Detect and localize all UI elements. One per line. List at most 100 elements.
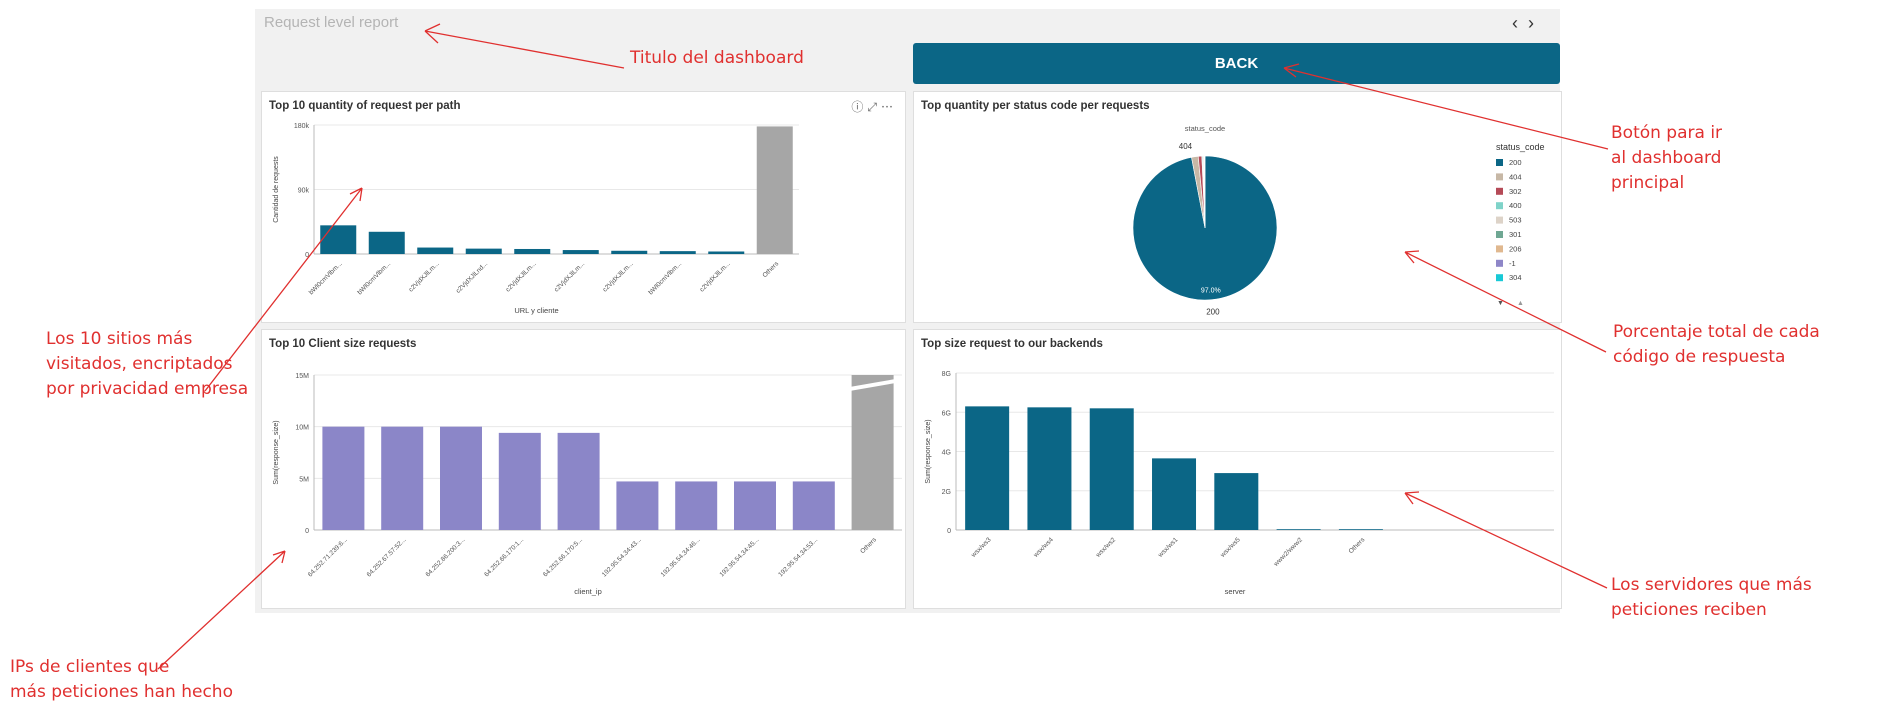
x-tick-label: wsx/ws1 <box>1156 536 1179 559</box>
legend-swatch <box>1496 245 1503 253</box>
bar <box>965 406 1010 530</box>
x-tick-label: 64.252.71.239:6... <box>307 536 349 578</box>
y-axis-title: Sum(response_size) <box>925 419 932 483</box>
annotation-top-servers: Los servidores que más peticiones recibe… <box>1611 573 1812 623</box>
bar <box>1276 529 1321 530</box>
legend-swatch <box>1496 259 1503 267</box>
annotation-line: por privacidad empresa <box>46 379 249 399</box>
next-sheet-icon[interactable]: › <box>1528 13 1544 33</box>
y-tick-label: 180k <box>294 123 310 130</box>
legend-label: 301 <box>1509 230 1522 239</box>
bar <box>708 251 745 254</box>
x-tick-label: 64.252.66.170:1... <box>483 536 525 578</box>
annotation-line: Botón para ir <box>1611 123 1723 143</box>
pie-slice-percent-label: 97.0% <box>1201 288 1221 295</box>
y-tick-label: 0 <box>305 252 309 259</box>
annotation-line: Los 10 sitios más <box>46 329 193 349</box>
bar <box>498 432 541 530</box>
y-tick-label: 8G <box>942 371 951 378</box>
panel-backend-size[interactable]: Top size request to our backends 0 2G 4G 6G… <box>913 329 1562 609</box>
pie-subtitle: status_code <box>1185 124 1225 133</box>
bar <box>792 481 835 530</box>
previous-sheet-icon[interactable]: ‹ <box>1512 13 1528 33</box>
y-tick-label: 10M <box>295 425 309 432</box>
bar <box>465 248 502 254</box>
bar <box>368 231 405 254</box>
bar <box>320 225 357 254</box>
bar <box>1214 473 1259 530</box>
sheet-navigation: ‹› <box>1512 13 1544 34</box>
y-tick-label: 0 <box>305 528 309 535</box>
y-axis-title: Sum(response_size) <box>273 420 280 484</box>
x-tick-label: wsx/ws4 <box>1032 536 1055 559</box>
pie-slice-label: 404 <box>1179 142 1193 151</box>
panel-client-size[interactable]: Top 10 Client size requests 0 5M 10M 15M 64.… <box>261 329 906 609</box>
x-tick-label: Others <box>859 536 878 555</box>
x-tick-label: c2VjdXJlLm... <box>505 260 538 293</box>
bar <box>1338 529 1383 530</box>
legend-label: 400 <box>1509 201 1522 210</box>
x-tick-label: 192.95.54.34:53... <box>777 536 819 578</box>
x-tick-label: 64.252.86.200:3... <box>424 536 466 578</box>
annotation-line: principal <box>1611 173 1685 193</box>
x-tick-label: bWl0cmVlbm... <box>308 260 344 296</box>
dashboard-title: Request level report <box>264 14 399 31</box>
legend-title: status_code <box>1496 142 1545 152</box>
panel-requests-per-path[interactable]: Top 10 quantity of request per path ⓘ⤢⋯ … <box>261 91 906 323</box>
x-tick-label: c2VjdXJlLm... <box>553 260 586 293</box>
bar <box>1152 458 1197 530</box>
annotation-line: más peticiones han hecho <box>10 682 233 702</box>
legend-swatch <box>1496 231 1503 238</box>
legend-label: 206 <box>1509 244 1522 253</box>
legend-scroll-down-icon: ▼ <box>1497 300 1504 307</box>
x-axis-title: server <box>1225 587 1246 596</box>
chart-status-codes: status_code 97.0% 200 404 status_code 200 404 3… <box>1132 124 1545 317</box>
x-tick-label: 192.95.54.34:46... <box>660 536 702 578</box>
x-tick-label: c2VjdXJlLm... <box>408 260 441 293</box>
bar <box>1089 408 1134 530</box>
bar <box>417 247 454 254</box>
x-tick-label: c2VjdXJlLm... <box>699 260 732 293</box>
x-tick-label: Others <box>1348 536 1367 555</box>
bar <box>851 375 894 530</box>
legend-swatch <box>1496 159 1503 166</box>
back-button[interactable]: BACK <box>913 43 1560 84</box>
annotation-client-ips: IPs de clientes que más peticiones han h… <box>10 655 233 705</box>
x-tick-label: Others <box>761 260 780 279</box>
legend-swatch <box>1496 216 1503 224</box>
x-tick-label: c2VjdXJlLnd... <box>455 260 489 294</box>
x-tick-label: bWl0cmVlbm... <box>356 260 392 296</box>
legend-swatch <box>1496 274 1503 282</box>
x-tick-label: bWl0cmVlbm... <box>647 260 683 296</box>
y-tick-label: 90k <box>298 188 310 195</box>
annotation-line: Los servidores que más <box>1611 575 1812 595</box>
bar <box>562 250 599 254</box>
x-axis-title: URL y cliente <box>514 306 558 315</box>
x-tick-label: www2/www2 <box>1272 536 1304 568</box>
annotation-back-button: Botón para ir al dashboard principal <box>1611 121 1722 196</box>
chart-backend-size: 0 2G 4G 6G 8G wsx/ws3 wsx/ws4 wsx/ws2 wsx/ws1 wsx… <box>925 371 1554 596</box>
bar <box>381 426 424 530</box>
legend-label: 503 <box>1509 216 1522 225</box>
y-tick-label: 6G <box>942 410 951 417</box>
x-tick-label: 64.252.67.57:52... <box>366 536 408 578</box>
annotation-status-percentage: Porcentaje total de cada código de respu… <box>1613 320 1820 370</box>
bar <box>440 426 482 530</box>
x-tick-label: 192.95.54.34:43... <box>601 536 643 578</box>
panel-status-codes[interactable]: Top quantity per status code per request… <box>913 91 1562 323</box>
chart-client-size: 0 5M 10M 15M 64.252.71.239:6... 64.252.67.57:… <box>273 373 902 596</box>
legend-swatch <box>1496 187 1503 195</box>
legend-label: 304 <box>1509 273 1522 282</box>
chart-requests-per-path: 0 90k 180k bWl0cmVlbm... bWl0cmVlbm... c2VjdX… <box>273 123 799 315</box>
y-tick-label: 15M <box>295 373 309 380</box>
y-axis-title: Cantidad de requests <box>273 156 280 223</box>
bar <box>1027 407 1072 530</box>
bar <box>611 250 648 254</box>
legend-scroll-up-icon: ▲ <box>1517 300 1524 307</box>
x-tick-label: wsx/ws2 <box>1094 536 1117 559</box>
pie-slice-label: 200 <box>1206 308 1220 317</box>
x-tick-label: wsx/ws3 <box>970 536 993 559</box>
bar <box>557 432 600 530</box>
bar <box>322 426 365 530</box>
bar <box>514 248 551 254</box>
